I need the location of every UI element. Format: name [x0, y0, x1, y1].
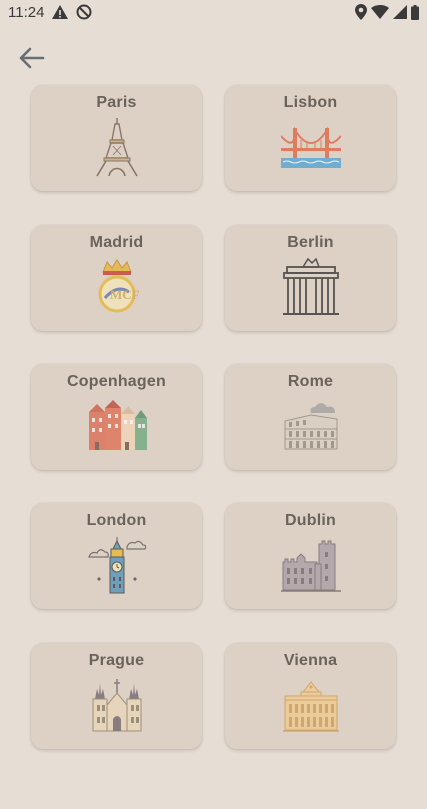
gothic-church-icon — [86, 674, 148, 736]
svg-text:MCF: MCF — [110, 287, 139, 302]
city-card-copenhagen[interactable]: Copenhagen — [31, 364, 202, 470]
city-name: Berlin — [287, 234, 334, 251]
city-card-vienna[interactable]: Vienna — [225, 643, 396, 749]
city-grid: Paris Lisbon Madrid MCF Berlin Copenhage… — [0, 0, 427, 809]
city-name: Madrid — [89, 234, 144, 251]
bridge-icon — [280, 116, 342, 178]
city-card-prague[interactable]: Prague — [31, 643, 202, 749]
city-name: Dublin — [285, 512, 336, 529]
city-card-paris[interactable]: Paris — [31, 85, 202, 191]
castle-icon — [280, 534, 342, 596]
city-card-london[interactable]: London — [31, 503, 202, 609]
city-card-madrid[interactable]: Madrid MCF — [31, 225, 202, 331]
city-name: Rome — [287, 373, 334, 390]
city-card-dublin[interactable]: Dublin — [225, 503, 396, 609]
city-name: Vienna — [283, 652, 338, 669]
brandenburg-gate-icon — [280, 256, 342, 318]
real-madrid-crest-icon: MCF — [86, 256, 148, 318]
city-card-rome[interactable]: Rome — [225, 364, 396, 470]
city-card-lisbon[interactable]: Lisbon — [225, 85, 396, 191]
city-name: Prague — [88, 652, 145, 669]
colorful-houses-icon — [86, 395, 148, 457]
city-name: Copenhagen — [67, 373, 166, 390]
city-name: Paris — [96, 94, 137, 111]
colosseum-icon — [280, 395, 342, 457]
palace-icon — [280, 674, 342, 736]
big-ben-icon — [86, 534, 148, 596]
city-card-berlin[interactable]: Berlin — [225, 225, 396, 331]
city-name: Lisbon — [283, 94, 338, 111]
eiffel-tower-icon — [86, 116, 148, 178]
city-name: London — [86, 512, 147, 529]
